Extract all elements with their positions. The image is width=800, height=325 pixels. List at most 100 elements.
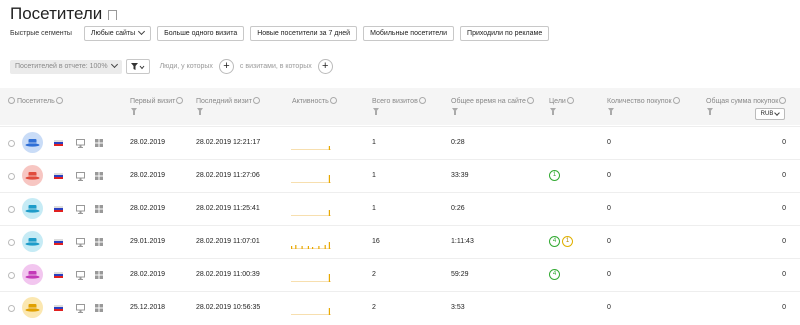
col-label: Последний визит bbox=[196, 98, 252, 105]
first-visit-cell: 29.01.2019 bbox=[130, 238, 166, 245]
total-time-cell: 1:11:43 bbox=[451, 238, 474, 245]
purchase-sum-cell: 0 bbox=[782, 304, 786, 311]
add-visit-condition-button[interactable]: + bbox=[317, 59, 333, 74]
flag-ru-icon bbox=[54, 173, 63, 179]
row-select-radio[interactable] bbox=[8, 239, 15, 246]
sparkline-bar bbox=[328, 308, 330, 315]
page-title: Посетители bbox=[10, 4, 118, 24]
sparkline-bar bbox=[291, 246, 293, 249]
desktop-icon bbox=[76, 238, 85, 249]
sample-select-button[interactable]: Посетителей в отчете: 100% bbox=[10, 59, 122, 74]
row-select-radio[interactable] bbox=[8, 140, 15, 147]
filter-icon[interactable] bbox=[452, 108, 458, 115]
col-label: Цели bbox=[549, 98, 566, 105]
purchase-sum-cell: 0 bbox=[782, 172, 786, 179]
total-time-cell: 0:26 bbox=[451, 205, 465, 212]
table-row[interactable]: 25.12.2018 28.02.2019 10:56:35 2 3:53 0 0 bbox=[0, 291, 800, 325]
checkbox-icon bbox=[8, 97, 15, 104]
flag-ru-icon bbox=[54, 140, 63, 146]
help-icon bbox=[329, 97, 337, 104]
col-purchase-sum[interactable]: Общая сумма покупок bbox=[706, 96, 787, 105]
hat-icon bbox=[25, 205, 40, 213]
site-select-button[interactable]: Любые сайты bbox=[83, 26, 152, 41]
row-select-radio[interactable] bbox=[8, 206, 15, 213]
filter-icon[interactable] bbox=[550, 108, 556, 115]
help-icon bbox=[672, 97, 680, 104]
filter-icon[interactable] bbox=[608, 108, 614, 115]
filter-icon[interactable] bbox=[197, 108, 203, 115]
add-people-condition-button[interactable]: + bbox=[218, 59, 234, 74]
goals-cell: 41 bbox=[549, 236, 575, 247]
flag-ru-icon bbox=[54, 239, 63, 245]
desktop-icon bbox=[76, 205, 85, 216]
col-label: Всего визитов bbox=[372, 98, 418, 105]
col-first-visit[interactable]: Первый визит bbox=[130, 96, 184, 105]
desktop-icon bbox=[76, 139, 85, 150]
windows-icon bbox=[95, 271, 103, 281]
last-visit-cell: 28.02.2019 11:07:01 bbox=[196, 238, 260, 245]
segment-mobile-visitors[interactable]: Мобильные посетители bbox=[363, 26, 455, 41]
purchase-sum-cell: 0 bbox=[782, 139, 786, 146]
total-visits-cell: 1 bbox=[372, 205, 376, 212]
col-last-visit[interactable]: Последний визит bbox=[196, 96, 260, 105]
sparkline-bar bbox=[324, 245, 326, 249]
segment-new-visitors[interactable]: Новые посетители за 7 дней bbox=[250, 26, 358, 41]
total-visits-cell: 16 bbox=[372, 238, 380, 245]
purchase-sum-cell: 0 bbox=[782, 205, 786, 212]
total-time-cell: 59:29 bbox=[451, 271, 469, 278]
col-activity[interactable]: Активность bbox=[292, 96, 337, 105]
total-time-cell: 3:53 bbox=[451, 304, 465, 311]
filter-icon[interactable] bbox=[373, 108, 379, 115]
last-visit-cell: 28.02.2019 11:25:41 bbox=[196, 205, 260, 212]
last-visit-cell: 28.02.2019 12:21:17 bbox=[196, 139, 261, 146]
avatar bbox=[22, 231, 43, 252]
goal-badge[interactable]: 4 bbox=[549, 269, 560, 280]
row-select-radio[interactable] bbox=[8, 305, 15, 312]
col-purchases[interactable]: Количество покупок bbox=[607, 96, 680, 105]
last-visit-cell: 28.02.2019 11:27:06 bbox=[196, 172, 260, 179]
total-visits-cell: 1 bbox=[372, 139, 376, 146]
table-header: Посетитель Первый визит Последний визит … bbox=[0, 88, 800, 125]
filter-icon[interactable] bbox=[131, 108, 137, 115]
goal-badge[interactable]: 1 bbox=[549, 170, 560, 181]
table-row[interactable]: 29.01.2019 28.02.2019 11:07:01 16 1:11:43 4 1… bbox=[0, 225, 800, 259]
currency-select[interactable]: RUB bbox=[755, 108, 785, 120]
avatar bbox=[22, 297, 43, 318]
activity-sparkline bbox=[291, 146, 331, 150]
table-row[interactable]: 28.02.2019 28.02.2019 12:21:17 1 0:28 0 0 bbox=[0, 126, 800, 160]
filter-button[interactable] bbox=[125, 59, 150, 74]
goal-badge[interactable]: 1 bbox=[562, 236, 573, 247]
first-visit-cell: 25.12.2018 bbox=[130, 304, 166, 311]
row-select-radio[interactable] bbox=[8, 272, 15, 279]
help-icon bbox=[526, 97, 534, 104]
windows-icon bbox=[95, 238, 103, 248]
col-total-time[interactable]: Общее время на сайте bbox=[451, 96, 534, 105]
table-row[interactable]: 28.02.2019 28.02.2019 11:27:06 1 33:39 1 0 0 bbox=[0, 159, 800, 193]
col-visitor[interactable]: Посетитель bbox=[8, 96, 63, 105]
sparkline-bar bbox=[301, 246, 303, 249]
bookmark-icon[interactable] bbox=[108, 10, 118, 20]
goal-badge[interactable]: 4 bbox=[549, 236, 560, 247]
purchases-cell: 0 bbox=[607, 139, 611, 146]
col-total-visits[interactable]: Всего визитов bbox=[372, 96, 426, 105]
sparkline-bar bbox=[328, 146, 330, 150]
col-label: Первый визит bbox=[130, 98, 176, 105]
purchases-cell: 0 bbox=[607, 172, 611, 179]
filter-icon[interactable] bbox=[707, 108, 713, 115]
col-label: Активность bbox=[292, 98, 329, 105]
table-row[interactable]: 28.02.2019 28.02.2019 11:25:41 1 0:26 0 0 bbox=[0, 192, 800, 226]
first-visit-cell: 28.02.2019 bbox=[130, 172, 166, 179]
segment-label: Приходили по рекламе bbox=[467, 30, 543, 37]
currency-label: RUB bbox=[760, 111, 774, 117]
chevron-down-icon bbox=[774, 110, 781, 116]
activity-sparkline bbox=[291, 274, 331, 282]
segment-from-ads[interactable]: Приходили по рекламе bbox=[460, 26, 550, 41]
row-select-radio[interactable] bbox=[8, 173, 15, 180]
help-icon bbox=[566, 97, 574, 104]
first-visit-cell: 28.02.2019 bbox=[130, 139, 166, 146]
table-row[interactable]: 28.02.2019 28.02.2019 11:00:39 2 59:29 4 0 0 bbox=[0, 258, 800, 292]
visits-filter-label: с визитами, в которых bbox=[239, 63, 312, 70]
col-goals[interactable]: Цели bbox=[549, 96, 574, 105]
help-icon bbox=[779, 97, 787, 104]
segment-more-than-one-visit[interactable]: Больше одного визита bbox=[157, 26, 245, 41]
